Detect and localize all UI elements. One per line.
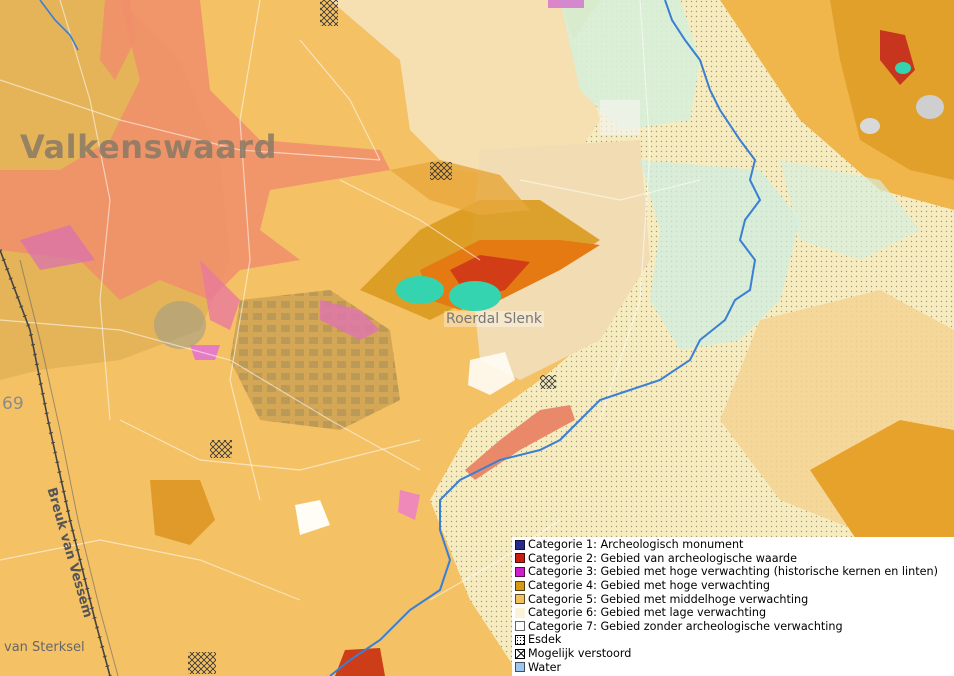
legend-item-cat7: Categorie 7: Gebied zonder archeologisch… [515,620,954,634]
town-label: Valkenswaard [20,128,277,166]
category-3-north [548,0,584,8]
legend-swatch [515,539,525,550]
route-number-label: 69 [2,394,24,414]
legend-swatch [515,662,525,673]
category-7-area-3 [600,100,640,135]
legend-swatch [515,566,525,577]
legend-label: Categorie 4: Gebied met hoge verwachting [528,579,771,593]
map-legend: Categorie 1: Archeologisch monument Cate… [512,537,954,676]
legend-label: Mogelijk verstoord [528,647,632,661]
grey-patch-east [916,95,944,119]
disturbed-area [430,162,452,180]
legend-swatch-esdek [515,634,525,645]
legend-item-cat6: Categorie 6: Gebied met lage verwachting [515,606,954,620]
legend-item-disturbed: Mogelijk verstoord [515,647,954,661]
legend-swatch [515,553,525,564]
legend-item-cat5: Categorie 5: Gebied met middelhoge verwa… [515,592,954,606]
legend-item-cat3: Categorie 3: Gebied met hoge verwachting… [515,565,954,579]
legend-label: Categorie 5: Gebied met middelhoge verwa… [528,592,809,606]
legend-item-cat1: Categorie 1: Archeologisch monument [515,538,954,552]
legend-label: Categorie 7: Gebied zonder archeologisch… [528,619,843,633]
disturbed-area-4 [540,375,556,389]
legend-label: Categorie 1: Archeologisch monument [528,538,744,552]
disturbed-area-3 [188,652,216,674]
legend-item-cat4: Categorie 4: Gebied met hoge verwachting [515,579,954,593]
area-label: Roerdal Slenk [444,311,544,327]
legend-label: Esdek [528,633,562,647]
legend-swatch [515,621,525,632]
water-pond-west [396,276,444,304]
water-pond-east-small [895,62,911,74]
legend-label: Categorie 2: Gebied van archeologische w… [528,551,797,565]
map-view[interactable]: Valkenswaard Roerdal Slenk Breuk van Ves… [0,0,954,676]
legend-label: Water [528,660,562,674]
grey-patch-east-2 [860,118,880,134]
legend-item-water: Water [515,660,954,674]
legend-swatch-disturbed [515,648,525,659]
legend-label: Categorie 6: Gebied met lage verwachting [528,606,767,620]
legend-swatch [515,594,525,605]
road-label: van Sterksel [4,640,85,655]
disturbed-area-5 [210,440,232,458]
legend-swatch [515,580,525,591]
water-pond-east [449,281,501,311]
legend-label: Categorie 3: Gebied met hoge verwachting… [528,565,938,579]
legend-item-esdek: Esdek [515,633,954,647]
legend-item-cat2: Categorie 2: Gebied van archeologische w… [515,552,954,566]
category-3-patch [190,345,220,360]
disturbed-area-2 [320,0,338,26]
legend-swatch [515,607,525,618]
